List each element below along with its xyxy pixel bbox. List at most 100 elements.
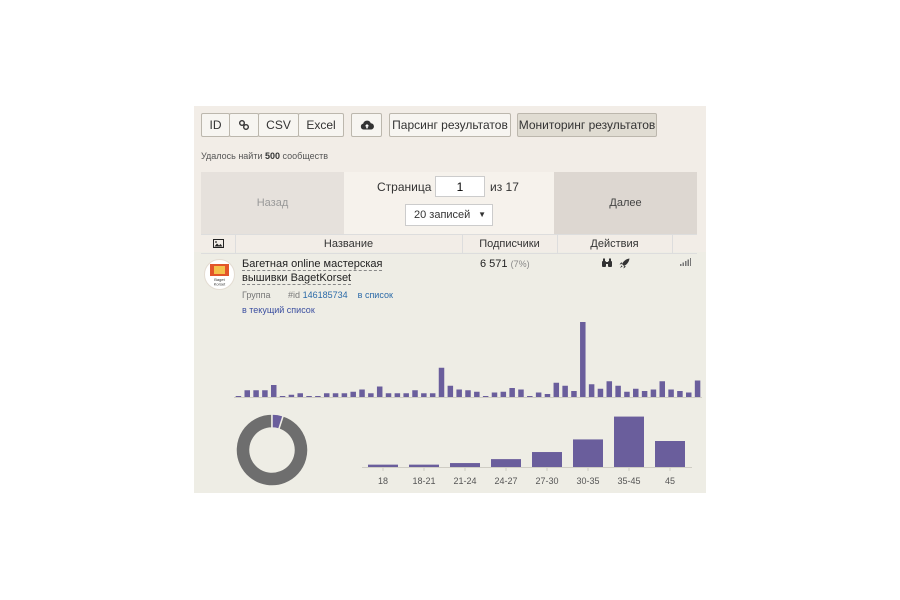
activity-bar xyxy=(474,391,480,397)
per-page-value: 20 записей xyxy=(414,209,471,221)
activity-bar xyxy=(571,391,577,397)
page-input[interactable] xyxy=(435,176,485,197)
found-summary: Удалось найти 500 сообществ xyxy=(201,151,328,161)
activity-bar xyxy=(403,393,409,397)
age-tick-label: 30-35 xyxy=(576,476,599,486)
results-panel: ID CSV Excel Парсинг результатов Монитор… xyxy=(194,106,706,493)
age-bar xyxy=(491,459,521,467)
age-bar xyxy=(573,439,603,467)
table-header: Название Подписчики Действия xyxy=(201,234,697,254)
subscribers-percent: (7%) xyxy=(510,259,530,269)
binoculars-icon xyxy=(602,258,612,267)
link-export-button[interactable] xyxy=(229,113,259,137)
group-id-prefix: #id xyxy=(288,290,301,300)
activity-bar xyxy=(270,385,277,397)
group-id-link[interactable]: 146185734 xyxy=(303,290,348,300)
activity-bar xyxy=(429,393,436,397)
activity-bar xyxy=(315,396,321,397)
excel-export-button[interactable]: Excel xyxy=(298,113,344,137)
group-type: Группа xyxy=(242,290,271,300)
found-count: 500 xyxy=(265,151,281,161)
activity-bar xyxy=(659,381,666,397)
activity-bar xyxy=(341,393,348,397)
activity-bar xyxy=(323,393,330,397)
activity-bar xyxy=(535,392,542,397)
age-bar xyxy=(655,441,685,467)
csv-export-label: CSV xyxy=(266,118,291,132)
monitor-results-label: Мониторинг результатов xyxy=(518,118,656,132)
activity-bar xyxy=(297,393,303,397)
activity-bar xyxy=(438,367,445,397)
activity-bar xyxy=(368,393,374,397)
prev-page-button[interactable]: Назад xyxy=(201,172,344,234)
activity-bar xyxy=(694,380,701,397)
age-tick-label: 35-45 xyxy=(617,476,640,486)
activity-bar xyxy=(686,392,692,397)
activity-bar xyxy=(580,322,586,397)
age-tick-label: 21-24 xyxy=(453,476,476,486)
found-prefix: Удалось найти xyxy=(201,151,263,161)
rocket-icon xyxy=(619,258,630,269)
activity-bar xyxy=(491,392,498,397)
found-suffix: сообществ xyxy=(282,151,329,161)
excel-export-label: Excel xyxy=(306,118,336,132)
age-tick-label: 45 xyxy=(665,476,675,486)
activity-bar xyxy=(615,385,621,397)
id-export-label: ID xyxy=(209,118,222,132)
activity-bar xyxy=(553,382,560,397)
activity-bar xyxy=(544,394,551,397)
activity-bar xyxy=(306,396,312,397)
group-name: Багетная online мастерская вышивки Baget… xyxy=(242,258,383,285)
gender-donut-chart xyxy=(235,413,309,487)
activity-bar xyxy=(509,388,515,397)
activity-bar xyxy=(624,391,630,397)
avatar-text-2: Korset xyxy=(214,282,226,287)
link-icon xyxy=(239,120,249,130)
activity-bar xyxy=(376,386,383,397)
age-tick-label: 24-27 xyxy=(494,476,517,486)
age-tick-label: 18 xyxy=(378,476,388,486)
page-label: Страница xyxy=(377,180,432,194)
activity-bar xyxy=(588,384,595,397)
age-bar-chart: 18 18-21 21-24 24-27 27-30 30-35 35-45 45 xyxy=(362,416,692,486)
activity-bar xyxy=(421,393,427,397)
age-tick-label: 18-21 xyxy=(412,476,435,486)
activity-bar xyxy=(650,389,657,397)
activity-bar xyxy=(394,393,401,397)
image-column-header xyxy=(201,235,236,253)
pagination: Назад Страница из 17 20 записей ▼ Далее xyxy=(201,172,697,234)
group-avatar[interactable]: Baget Korset xyxy=(204,259,235,290)
page-total: из 17 xyxy=(490,180,519,194)
name-column-header[interactable]: Название xyxy=(235,235,463,253)
id-export-button[interactable]: ID xyxy=(201,113,230,137)
activity-bar xyxy=(279,396,286,397)
binoculars-button[interactable] xyxy=(601,258,613,271)
activity-bar xyxy=(244,390,250,397)
activity-bar xyxy=(677,391,683,397)
add-to-current-list-link[interactable]: в текущий список xyxy=(242,305,315,315)
age-tick-label: 27-30 xyxy=(535,476,558,486)
next-page-button[interactable]: Далее xyxy=(554,172,697,234)
cloud-upload-button[interactable] xyxy=(351,113,382,137)
rocket-button[interactable] xyxy=(619,258,630,272)
activity-bar xyxy=(482,396,489,397)
add-to-list-link[interactable]: в список xyxy=(358,290,393,300)
activity-bar xyxy=(288,394,295,397)
activity-bar xyxy=(447,385,454,397)
parse-results-button[interactable]: Парсинг результатов xyxy=(389,113,511,137)
parse-results-label: Парсинг результатов xyxy=(392,118,508,132)
age-bar xyxy=(532,452,562,467)
activity-bar-chart xyxy=(234,322,702,398)
group-name-link[interactable]: Багетная online мастерская вышивки Baget… xyxy=(242,257,427,285)
activity-bar xyxy=(350,391,356,397)
stats-button[interactable] xyxy=(680,258,691,269)
activity-bar xyxy=(500,391,507,397)
subscribers-column-header[interactable]: Подписчики xyxy=(462,235,558,253)
activity-bar xyxy=(235,396,242,397)
monitor-results-button[interactable]: Мониторинг результатов xyxy=(517,113,657,137)
per-page-select[interactable]: 20 записей ▼ xyxy=(405,204,493,226)
activity-bar xyxy=(332,393,339,397)
csv-export-button[interactable]: CSV xyxy=(258,113,299,137)
activity-bar xyxy=(456,389,462,397)
activity-bar xyxy=(518,389,524,397)
